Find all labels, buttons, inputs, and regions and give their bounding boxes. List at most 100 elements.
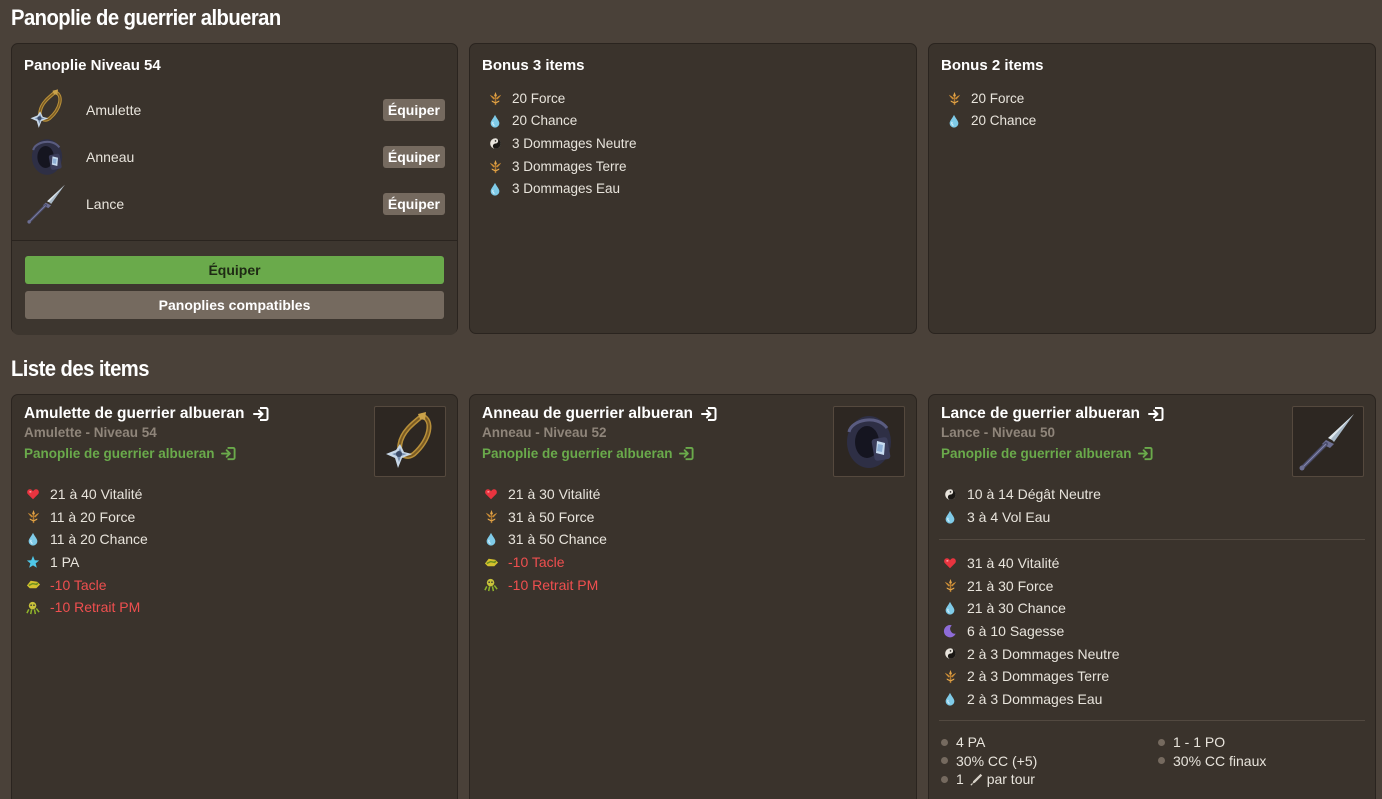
chance-icon [941, 600, 959, 616]
item-name[interactable]: Amulette de guerrier albueran [24, 405, 269, 423]
bonus-stat: 3 Dommages Terre [486, 155, 637, 178]
pen-icon [970, 773, 983, 786]
bonus-stat: 20 Force [945, 87, 1036, 110]
chance-icon [486, 181, 504, 197]
chance-icon [24, 531, 42, 547]
equip-amulet-button[interactable]: Équiper [382, 99, 445, 121]
weapon-uses-per-turn: 1 par tour [941, 770, 1158, 789]
chance-icon [945, 113, 963, 129]
damage-line: 3 à 4 Vol Eau [941, 506, 1101, 529]
item-stat: 11 à 20 Chance [24, 528, 148, 551]
bonus-stat: 3 Dommages Neutre [486, 132, 637, 155]
open-link-icon[interactable] [701, 406, 717, 422]
set-actions: Équiper Panoplies compatibles [12, 240, 457, 335]
mp-reduction-icon [482, 577, 500, 593]
amulet-icon[interactable] [24, 87, 70, 133]
ring-icon[interactable] [24, 134, 70, 180]
items-section-title: Liste des items [11, 356, 150, 381]
weapon-crit: 30% CC (+5) [941, 752, 1158, 771]
weapon-damage: 10 à 14 Dégât Neutre 3 à 4 Vol Eau [941, 483, 1101, 528]
chance-icon [941, 691, 959, 707]
weapon-crit-final: 30% CC finaux [1158, 752, 1363, 771]
item-stat: 11 à 20 Force [24, 506, 148, 529]
force-icon [941, 578, 959, 594]
item-stat: -10 Retrait PM [24, 596, 148, 619]
open-link-icon[interactable] [1148, 406, 1164, 422]
open-link-icon[interactable] [679, 446, 694, 461]
neutral-icon [941, 646, 959, 662]
chance-icon [941, 509, 959, 525]
open-link-icon[interactable] [221, 446, 236, 461]
equip-spear-button[interactable]: Équiper [382, 193, 445, 215]
damage-line: 10 à 14 Dégât Neutre [941, 483, 1101, 506]
item-card-spear: Lance de guerrier albueran Lance - Nivea… [928, 394, 1376, 799]
force-icon [486, 158, 504, 174]
item-stat: 2 à 3 Dommages Neutre [941, 642, 1120, 665]
bonus-2-title: Bonus 2 items [941, 57, 1044, 74]
item-set-link[interactable]: Panoplie de guerrier albueran [482, 446, 717, 461]
item-stat: 21 à 30 Vitalité [482, 483, 607, 506]
item-stat: 21 à 30 Force [941, 575, 1120, 598]
item-type-level: Amulette - Niveau 54 [24, 425, 157, 440]
equip-set-button[interactable]: Équiper [25, 256, 444, 284]
bonus-3-title: Bonus 3 items [482, 57, 585, 74]
item-stat: 2 à 3 Dommages Eau [941, 688, 1120, 711]
bonus-stat: 20 Chance [945, 110, 1036, 133]
bonus-stat: 20 Force [486, 87, 637, 110]
ring-image [833, 406, 905, 477]
item-type-level: Anneau - Niveau 52 [482, 425, 607, 440]
weapon-characteristics: 4 PA 1 - 1 PO 30% CC (+5) 30% CC finaux … [941, 733, 1363, 789]
wisdom-icon [941, 623, 959, 639]
bonus-3-list: 20 Force 20 Chance 3 Dommages Neutre 3 D… [486, 87, 637, 200]
weapon-ap-cost: 4 PA [941, 733, 1158, 752]
divider [939, 720, 1365, 721]
item-stat: 21 à 40 Vitalité [24, 483, 148, 506]
item-set-link[interactable]: Panoplie de guerrier albueran [941, 446, 1164, 461]
heart-icon [24, 486, 42, 502]
item-stat: 2 à 3 Dommages Terre [941, 665, 1120, 688]
item-stats: 21 à 30 Vitalité 31 à 50 Force 31 à 50 C… [482, 483, 607, 596]
set-item-row-amulet: Amulette Équiper [24, 87, 445, 133]
set-item-name: Amulette [86, 102, 142, 118]
item-stat: 21 à 30 Chance [941, 597, 1120, 620]
amulet-image [374, 406, 446, 477]
force-icon [941, 668, 959, 684]
force-icon [482, 509, 500, 525]
bonus-3-card: Bonus 3 items 20 Force 20 Chance 3 Domma… [469, 43, 917, 334]
set-item-row-spear: Lance Équiper [24, 181, 445, 227]
bonus-2-card: Bonus 2 items 20 Force 20 Chance [928, 43, 1376, 334]
equip-ring-button[interactable]: Équiper [382, 146, 445, 168]
item-type-level: Lance - Niveau 50 [941, 425, 1056, 440]
compatible-sets-button[interactable]: Panoplies compatibles [25, 291, 444, 319]
set-card: Panoplie Niveau 54 Amulette Équiper Anne… [11, 43, 458, 335]
item-name[interactable]: Lance de guerrier albueran [941, 405, 1164, 423]
neutral-icon [941, 486, 959, 502]
force-icon [24, 509, 42, 525]
star-icon [24, 554, 42, 570]
item-stat: 6 à 10 Sagesse [941, 620, 1120, 643]
force-icon [945, 90, 963, 106]
bonus-stat: 3 Dommages Eau [486, 177, 637, 200]
force-icon [486, 90, 504, 106]
item-name[interactable]: Anneau de guerrier albueran [482, 405, 717, 423]
set-section-title: Panoplie de guerrier albueran [11, 5, 281, 30]
item-stat: 31 à 50 Force [482, 506, 607, 529]
bonus-2-list: 20 Force 20 Chance [945, 87, 1036, 132]
set-item-row-ring: Anneau Équiper [24, 134, 445, 180]
spear-image [1292, 406, 1364, 477]
item-stat: 31 à 50 Chance [482, 528, 607, 551]
spear-icon[interactable] [24, 181, 70, 227]
chance-icon [486, 113, 504, 129]
bonus-stat: 20 Chance [486, 110, 637, 133]
neutral-icon [486, 135, 504, 151]
item-stat: 31 à 40 Vitalité [941, 552, 1120, 575]
chance-icon [482, 531, 500, 547]
open-link-icon[interactable] [253, 406, 269, 422]
set-item-name: Anneau [86, 149, 135, 165]
item-set-link[interactable]: Panoplie de guerrier albueran [24, 446, 269, 461]
item-stat: -10 Retrait PM [482, 573, 607, 596]
open-link-icon[interactable] [1138, 446, 1153, 461]
set-item-name: Lance [86, 196, 125, 212]
item-card-ring: Anneau de guerrier albueran Anneau - Niv… [469, 394, 917, 799]
item-card-amulet: Amulette de guerrier albueran Amulette -… [11, 394, 458, 799]
